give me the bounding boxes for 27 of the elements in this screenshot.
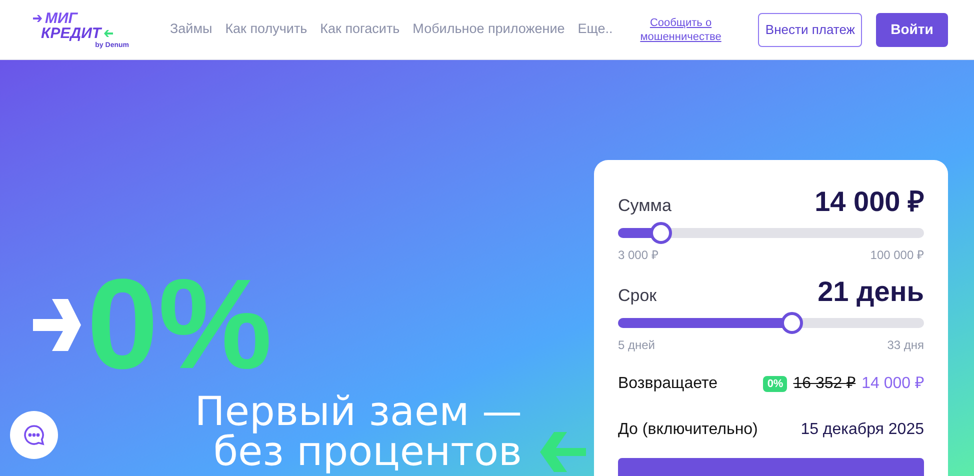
nav-link[interactable]: Еще.. [578, 19, 613, 40]
fraud-report-link[interactable]: Сообщить о мошенничестве [630, 16, 731, 44]
repay-label: Возвращаете [618, 374, 718, 394]
nav-link[interactable]: Как получить [225, 19, 308, 40]
slider-min: 3 000 ₽ [618, 247, 658, 264]
rate-text: 0% [87, 270, 272, 380]
slider-max: 100 000 ₽ [870, 247, 924, 264]
nav-link[interactable]: Как погасить [320, 19, 400, 40]
headline: Первый заем — [194, 392, 522, 432]
old-amount: 16 352 ₽ [793, 374, 856, 394]
new-amount: 14 000 ₽ [862, 374, 924, 394]
slider-value: 21 день [818, 276, 924, 308]
headline: без процентов [213, 432, 522, 472]
slider-label: Срок [618, 284, 657, 306]
due-date: 15 декабря 2025 [800, 420, 924, 440]
nav-link[interactable]: Мобильное приложение [412, 19, 565, 40]
discount-badge: 0% [763, 376, 788, 392]
nav-link[interactable]: Займы [170, 19, 212, 40]
slider-label: Сумма [618, 194, 672, 216]
logo-text: МИГ [45, 10, 78, 26]
due-label: До (включительно) [618, 420, 758, 440]
slider-min: 5 дней [618, 337, 656, 354]
logo-text: КРЕДИТ [41, 26, 102, 40]
slider-value: 14 000 ₽ [814, 186, 924, 218]
login-button[interactable]: Войти [876, 12, 948, 46]
slider-max: 33 дня [887, 337, 924, 354]
pay-button[interactable]: Внести платеж [758, 12, 862, 46]
